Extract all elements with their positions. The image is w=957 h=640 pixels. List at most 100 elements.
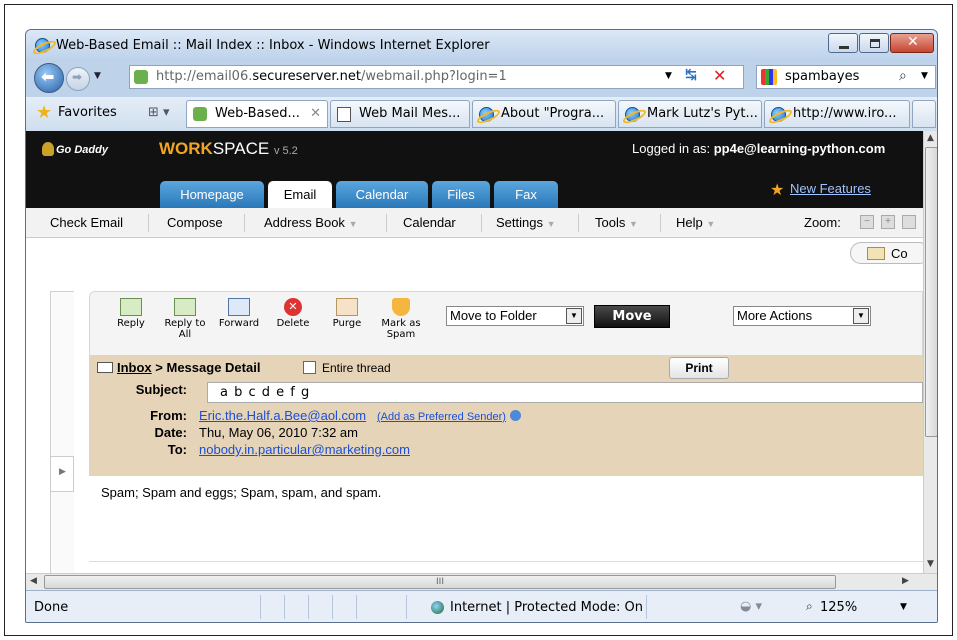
- history-dropdown-icon[interactable]: ▼: [94, 71, 101, 81]
- security-zone[interactable]: Internet | Protected Mode: On: [450, 600, 643, 615]
- maximize-button[interactable]: [859, 33, 889, 53]
- chevron-down-icon: ▼: [706, 219, 716, 229]
- status-bar: Done Internet | Protected Mode: On ◒ ▾ ⌕…: [26, 590, 937, 622]
- new-features-link[interactable]: New Features: [790, 181, 871, 196]
- zoom-reset-button[interactable]: [902, 215, 916, 229]
- delete-button[interactable]: ✕ Delete: [266, 294, 320, 354]
- reply-all-icon: [174, 298, 196, 316]
- tab-email[interactable]: Email: [268, 181, 332, 208]
- tab-files[interactable]: Files: [432, 181, 490, 208]
- minimize-icon: [839, 46, 849, 49]
- favorites-button[interactable]: Favorites: [58, 105, 117, 120]
- tab-iro[interactable]: http://www.iro...: [764, 100, 910, 128]
- sender-email-link[interactable]: Eric.the.Half.a.Bee@aol.com: [199, 408, 366, 423]
- address-url: http://email06.secureserver.net/webmail.…: [156, 69, 507, 84]
- reply-all-button[interactable]: Reply to All: [158, 294, 212, 354]
- dropdown-arrow-icon: ▼: [566, 308, 582, 324]
- new-features-star-icon: ★: [770, 180, 785, 199]
- forward-mail-icon: [228, 298, 250, 316]
- envelope-icon: [97, 362, 113, 373]
- horizontal-scroll-thumb[interactable]: III: [44, 575, 836, 589]
- zoom-in-button[interactable]: +: [881, 215, 895, 229]
- stop-icon[interactable]: ✕: [713, 66, 726, 85]
- menu-calendar[interactable]: Calendar: [403, 215, 456, 230]
- search-box[interactable]: spambayes ⌕ ▼: [756, 65, 936, 89]
- horizontal-scrollbar[interactable]: ◀ III ▶: [26, 573, 937, 590]
- more-actions-select[interactable]: More Actions ▼: [733, 306, 871, 326]
- mark-spam-button[interactable]: Mark as Spam: [374, 294, 428, 354]
- globe-icon: [431, 601, 444, 614]
- status-text: Done: [34, 600, 69, 615]
- zoom-level[interactable]: 125%: [820, 600, 857, 615]
- ie-logo-icon: [35, 38, 50, 53]
- address-row: ⬅ ➡ ▼ http://email06.secureserver.net/we…: [26, 63, 937, 97]
- vertical-scroll-thumb[interactable]: [925, 147, 937, 437]
- site-favicon-icon: [134, 70, 148, 84]
- chevron-down-icon: ▼: [628, 219, 638, 229]
- menu-help[interactable]: Help ▼: [676, 215, 715, 230]
- page-content: Go Daddy WORKSPACE v 5.2 Logged in as: p…: [26, 131, 923, 573]
- quick-tabs-icon[interactable]: ⊞ ▾: [148, 105, 170, 120]
- tab-webmail-messages[interactable]: Web Mail Mes...: [330, 100, 470, 128]
- zoom-dropdown-icon[interactable]: ▼: [900, 602, 907, 612]
- forward-button[interactable]: ➡: [66, 67, 90, 91]
- purge-button[interactable]: Purge: [320, 294, 374, 354]
- move-to-folder-select[interactable]: Move to Folder ▼: [446, 306, 584, 326]
- menu-settings[interactable]: Settings ▼: [496, 215, 556, 230]
- menu-compose[interactable]: Compose: [167, 215, 223, 230]
- message-header-panel: Inbox > Message Detail Entire thread Pri…: [89, 356, 923, 476]
- zoom-out-button[interactable]: −: [860, 215, 874, 229]
- back-button[interactable]: ⬅: [34, 63, 64, 93]
- breadcrumb: Inbox > Message Detail: [117, 360, 261, 375]
- new-tab-button[interactable]: [912, 100, 936, 128]
- tab-calendar[interactable]: Calendar: [336, 181, 428, 208]
- search-dropdown-icon[interactable]: ▼: [921, 71, 928, 81]
- message-toolbar: Reply Reply to All Forward ✕ Delete Purge…: [89, 291, 923, 356]
- forward-arrow-icon: ➡: [72, 70, 83, 84]
- search-icon[interactable]: ⌕: [899, 68, 907, 84]
- vertical-scrollbar[interactable]: ▲ ▼: [923, 131, 937, 573]
- title-bar: Web-Based Email :: Mail Index :: Inbox -…: [26, 30, 937, 62]
- menu-check-email[interactable]: Check Email: [50, 215, 123, 230]
- tab-homepage[interactable]: Homepage: [160, 181, 264, 208]
- entire-thread-label: Entire thread: [322, 361, 391, 375]
- close-window-button[interactable]: ✕: [890, 33, 934, 53]
- contacts-button[interactable]: Co: [850, 242, 923, 264]
- scroll-up-icon[interactable]: ▲: [927, 133, 934, 143]
- print-button[interactable]: Print: [669, 357, 729, 379]
- search-provider-icon: [761, 69, 777, 85]
- forward-mail-button[interactable]: Forward: [212, 294, 266, 354]
- scroll-down-icon[interactable]: ▼: [927, 559, 934, 569]
- site-favicon-icon: [193, 107, 207, 121]
- reply-button[interactable]: Reply: [104, 294, 158, 354]
- logged-in-info: Logged in as: pp4e@learning-python.com: [632, 141, 886, 156]
- recipient-email-link[interactable]: nobody.in.particular@marketing.com: [199, 442, 410, 457]
- tab-about-programming[interactable]: About "Progra...: [472, 100, 616, 128]
- scroll-right-icon[interactable]: ▶: [902, 576, 909, 586]
- tab-fax[interactable]: Fax: [494, 181, 558, 208]
- minimize-button[interactable]: [828, 33, 858, 53]
- move-button[interactable]: Move: [594, 305, 670, 328]
- to-value: nobody.in.particular@marketing.com: [199, 442, 410, 457]
- inbox-link[interactable]: Inbox: [117, 360, 152, 375]
- add-preferred-sender-link[interactable]: (Add as Preferred Sender): [377, 411, 506, 423]
- ie-tab-icon: [771, 107, 786, 122]
- purge-icon: [336, 298, 358, 316]
- address-bar[interactable]: http://email06.secureserver.net/webmail.…: [129, 65, 744, 89]
- tab-webmail[interactable]: Web-Based... ✕: [186, 100, 328, 128]
- help-icon[interactable]: [509, 410, 521, 421]
- popup-blocker-icon[interactable]: ◒ ▾: [740, 599, 762, 614]
- godaddy-logo: Go Daddy: [42, 142, 108, 156]
- tab-close-icon[interactable]: ✕: [310, 101, 321, 127]
- refresh-icon[interactable]: ↹: [685, 67, 697, 83]
- address-dropdown-icon[interactable]: ▼: [665, 71, 672, 81]
- zoom-icon: ⌕: [806, 599, 813, 613]
- delete-icon: ✕: [284, 298, 302, 316]
- entire-thread-checkbox[interactable]: [303, 361, 316, 374]
- search-input[interactable]: spambayes: [785, 69, 859, 84]
- expand-panel-button[interactable]: ▶: [50, 456, 74, 492]
- menu-address-book[interactable]: Address Book ▼: [264, 215, 357, 230]
- scroll-left-icon[interactable]: ◀: [30, 576, 37, 586]
- menu-tools[interactable]: Tools ▼: [595, 215, 638, 230]
- tab-mark-lutz[interactable]: Mark Lutz's Pyt...: [618, 100, 762, 128]
